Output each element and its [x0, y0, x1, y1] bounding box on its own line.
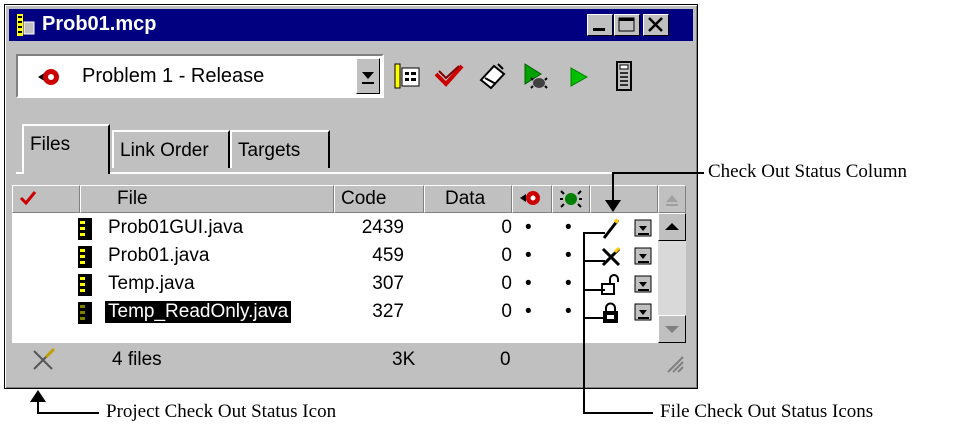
table-row-selected[interactable]: Temp_ReadOnly.java 327 0 • •: [12, 299, 658, 327]
project-checkout-status-icon[interactable]: [30, 347, 56, 373]
file-name: Temp_ReadOnly.java: [105, 301, 292, 323]
table-row[interactable]: Temp.java 307 0 • •: [12, 271, 658, 299]
file-name: Temp.java: [108, 273, 195, 294]
window-title: Prob01.mcp: [42, 13, 157, 35]
data-size: 0: [501, 217, 512, 238]
tab-targets[interactable]: Targets: [230, 130, 330, 168]
callout-line-project-horizontal: [37, 412, 99, 414]
make-icon[interactable]: [476, 60, 508, 92]
checkout-menu-icon[interactable]: [634, 303, 654, 323]
vertical-scrollbar[interactable]: [658, 213, 686, 343]
file-name: Prob01.java: [108, 245, 210, 266]
minimize-button[interactable]: [587, 14, 613, 36]
unlocked-icon[interactable]: [600, 274, 622, 296]
callout-project-check-out-status-icon: Project Check Out Status Icon: [106, 401, 337, 422]
callout-line-file-icons-horizontal: [583, 412, 653, 414]
header-debug[interactable]: [552, 185, 590, 213]
data-size: 0: [501, 301, 512, 322]
table-row[interactable]: Prob01GUI.java 2439 0 • •: [12, 215, 658, 243]
debug-icon[interactable]: [519, 60, 551, 92]
code-size: 307: [372, 273, 404, 294]
code-size: 2439: [361, 217, 404, 238]
resize-grip-icon[interactable]: [664, 353, 684, 373]
header-checkout-status[interactable]: [12, 185, 80, 213]
arrow-up-icon: [665, 223, 679, 230]
debug-dot: •: [565, 245, 572, 266]
debug-dot: •: [565, 273, 572, 294]
target-dot: •: [525, 245, 532, 266]
not-in-vcs-icon[interactable]: [600, 246, 622, 268]
tab-files[interactable]: Files: [22, 124, 110, 174]
checkmark-icon[interactable]: [433, 60, 465, 92]
tab-bar: Files Link Order Targets: [16, 124, 686, 174]
tab-link-order[interactable]: Link Order: [112, 130, 230, 168]
code-size: 459: [372, 245, 404, 266]
project-file-icon: [17, 14, 35, 36]
code-size: 327: [372, 301, 404, 322]
callout-file-check-out-status-icons: File Check Out Status Icons: [660, 401, 874, 422]
bug-icon: [560, 190, 582, 208]
data-total: 0: [500, 349, 511, 370]
header-checkout-column[interactable]: [590, 185, 658, 213]
callout-tick-2: [583, 260, 605, 262]
checked-out-icon[interactable]: [600, 218, 622, 240]
header-code[interactable]: Code: [334, 185, 424, 213]
data-size: 0: [501, 273, 512, 294]
java-file-icon: [78, 274, 92, 296]
target-select-value: Problem 1 - Release: [82, 65, 265, 87]
callout-tick-3: [583, 289, 605, 291]
list-header: File Code Data: [12, 185, 688, 213]
close-button[interactable]: [643, 14, 669, 36]
maximize-button[interactable]: [614, 14, 640, 36]
checkout-menu-icon[interactable]: [634, 219, 654, 239]
target-dot: •: [525, 301, 532, 322]
run-icon[interactable]: [562, 60, 594, 92]
maximize-icon: [618, 17, 635, 32]
callout-check-out-status-column: Check Out Status Column: [708, 161, 907, 182]
target-select[interactable]: Problem 1 - Release: [16, 54, 384, 98]
arrow-down-icon: [665, 326, 679, 333]
java-file-icon: [78, 302, 92, 324]
header-file[interactable]: File: [80, 185, 334, 213]
checkout-menu-icon[interactable]: [634, 275, 654, 295]
minimize-icon: [593, 28, 605, 31]
callout-tick-4: [583, 317, 605, 319]
scroll-down-button[interactable]: [658, 315, 686, 343]
tab-divider: [16, 172, 686, 174]
code-total: 3K: [392, 349, 416, 370]
file-rows: Prob01GUI.java 2439 0 • • Prob01.java 45…: [12, 213, 658, 343]
target-dot: •: [525, 217, 532, 238]
data-size: 0: [501, 245, 512, 266]
header-scroll-corner: [658, 185, 686, 213]
callout-line-column: [612, 172, 704, 174]
file-count: 4 files: [112, 349, 162, 370]
checkmark-icon: [19, 191, 37, 206]
toolbar: Problem 1 - Release: [16, 54, 686, 100]
dropdown-button[interactable]: [356, 58, 380, 94]
close-icon: [648, 17, 663, 32]
debug-dot: •: [565, 217, 572, 238]
title-bar[interactable]: Prob01.mcp: [9, 9, 693, 41]
target-icon: [38, 69, 59, 85]
file-list: File Code Data Prob01GUI.java 2439 0 • •…: [12, 185, 688, 377]
target-settings-icon[interactable]: [392, 60, 424, 92]
header-target[interactable]: [512, 185, 552, 213]
java-file-icon: [78, 246, 92, 268]
status-bar: 4 files 3K 0: [12, 345, 688, 375]
project-inspector-icon[interactable]: [608, 60, 640, 92]
java-file-icon: [78, 218, 92, 240]
debug-dot: •: [565, 301, 572, 322]
header-data[interactable]: Data: [424, 185, 512, 213]
chevron-down-icon: [362, 72, 374, 84]
callout-tick-1: [583, 232, 605, 234]
locked-icon[interactable]: [600, 302, 622, 324]
arrow-down-icon: [605, 200, 621, 212]
file-name: Prob01GUI.java: [108, 217, 244, 238]
scroll-up-icon: [666, 195, 678, 206]
checkout-menu-icon[interactable]: [634, 247, 654, 267]
table-row[interactable]: Prob01.java 459 0 • •: [12, 243, 658, 271]
scroll-up-button[interactable]: [658, 213, 686, 241]
target-icon: [520, 191, 540, 205]
target-dot: •: [525, 273, 532, 294]
